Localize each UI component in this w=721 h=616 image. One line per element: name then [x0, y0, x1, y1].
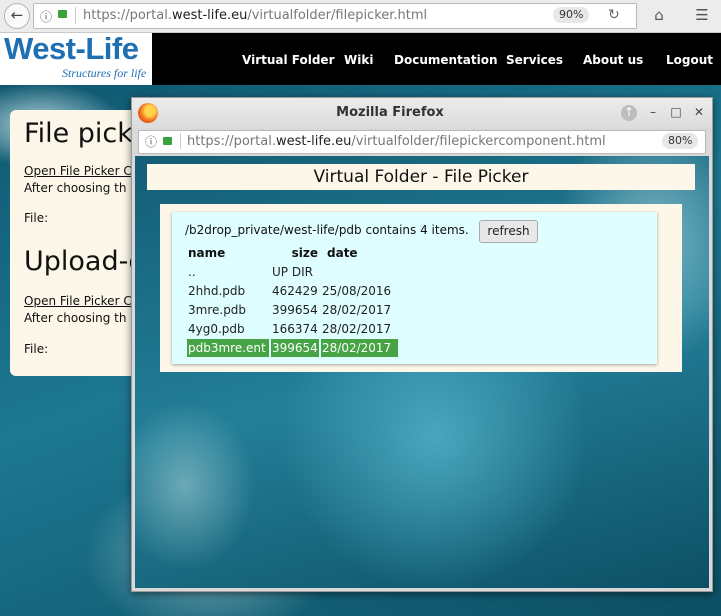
nav-wiki[interactable]: Wiki: [344, 53, 373, 67]
lock-icon: [163, 137, 172, 145]
column-name[interactable]: name: [187, 244, 269, 262]
instruction-text-2: After choosing th: [24, 311, 127, 325]
nav-about-us[interactable]: About us: [583, 53, 643, 67]
file-label: File:: [24, 211, 49, 225]
file-size: 166374: [272, 322, 318, 336]
divider: [75, 7, 76, 24]
menu-icon[interactable]: ☰: [691, 5, 713, 25]
maximize-icon[interactable]: □: [668, 105, 684, 121]
nav-documentation[interactable]: Documentation: [394, 53, 498, 67]
lock-icon: [58, 10, 67, 18]
browser-toolbar: ← ⓘ https://portal.west-life.eu/virtualf…: [0, 0, 721, 33]
file-label-2: File:: [24, 342, 49, 356]
nav-services[interactable]: Services: [506, 53, 563, 67]
file-size: 399654: [272, 303, 318, 317]
logo-title: West-Life: [4, 31, 139, 66]
popup-zoom-indicator[interactable]: 80%: [662, 133, 699, 149]
back-button[interactable]: ←: [4, 3, 30, 29]
file-date: 25/08/2016: [322, 284, 392, 298]
file-date: 28/02/2017: [321, 339, 398, 357]
file-size: 399654: [271, 339, 319, 357]
file-name: 2hhd.pdb: [188, 284, 246, 298]
file-row[interactable]: 3mre.pdb 399654 28/02/2017: [187, 301, 398, 319]
file-name: 4yg0.pdb: [188, 322, 245, 336]
url-text: https://portal.west-life.eu/virtualfolde…: [83, 8, 428, 23]
nav-logout[interactable]: Logout: [666, 53, 713, 67]
popup-title: Mozilla Firefox: [336, 105, 444, 120]
minimize-icon[interactable]: –: [645, 105, 661, 121]
site-logo[interactable]: West-Life Structures for life: [0, 31, 152, 85]
file-size: 462429: [272, 284, 318, 298]
file-row-selected[interactable]: pdb3mre.ent 399654 28/02/2017: [187, 339, 398, 357]
info-icon[interactable]: ⓘ: [40, 8, 52, 25]
site-header: West-Life Structures for life Virtual Fo…: [0, 31, 721, 85]
file-name: 3mre.pdb: [188, 303, 247, 317]
file-list-box: /b2drop_private/west-life/pdb contains 4…: [172, 212, 657, 364]
logo-tagline: Structures for life: [62, 66, 147, 80]
address-bar[interactable]: ⓘ https://portal.west-life.eu/virtualfol…: [33, 3, 637, 29]
column-date[interactable]: date: [321, 244, 398, 262]
file-date: 28/02/2017: [322, 303, 392, 317]
column-size[interactable]: size: [271, 244, 319, 262]
refresh-button[interactable]: refresh: [479, 220, 538, 243]
file-name: ..: [188, 265, 196, 279]
open-file-picker-link-2[interactable]: Open File Picker C: [24, 294, 132, 308]
file-picker-title: Virtual Folder - File Picker: [147, 164, 695, 190]
file-date: 28/02/2017: [322, 322, 392, 336]
info-icon[interactable]: ⓘ: [145, 133, 157, 150]
file-date: [321, 263, 398, 281]
zoom-indicator[interactable]: 90%: [553, 7, 590, 23]
reload-icon[interactable]: ↻: [608, 7, 620, 23]
page-heading-file-picker: File pick: [24, 118, 133, 149]
popup-window: Mozilla Firefox ↑ – □ ✕ ⓘ https://portal…: [131, 97, 713, 592]
home-icon[interactable]: ⌂: [648, 5, 670, 25]
file-size: UP DIR: [272, 265, 313, 279]
file-table-header: name size date: [187, 244, 398, 262]
folder-path-text: /b2drop_private/west-life/pdb contains 4…: [185, 223, 469, 237]
popup-address-bar[interactable]: ⓘ https://portal.west-life.eu/virtualfol…: [138, 130, 706, 154]
open-file-picker-link[interactable]: Open File Picker C: [24, 164, 132, 178]
arrow-left-icon: ←: [10, 6, 24, 24]
file-row-updir[interactable]: .. UP DIR: [187, 263, 398, 281]
divider: [180, 133, 181, 149]
page-heading-upload: Upload-c: [24, 246, 144, 277]
file-picker-panel: /b2drop_private/west-life/pdb contains 4…: [160, 204, 682, 372]
popup-content: Virtual Folder - File Picker /b2drop_pri…: [135, 156, 709, 588]
window-up-icon[interactable]: ↑: [621, 105, 637, 121]
popup-url-text: https://portal.west-life.eu/virtualfolde…: [187, 134, 606, 149]
file-row[interactable]: 4yg0.pdb 166374 28/02/2017: [187, 320, 398, 338]
nav-virtual-folder[interactable]: Virtual Folder: [242, 53, 335, 67]
popup-titlebar[interactable]: Mozilla Firefox ↑ – □ ✕: [132, 98, 712, 128]
file-table: name size date .. UP DIR 2hhd.pdb 462429…: [185, 243, 400, 358]
file-row[interactable]: 2hhd.pdb 462429 25/08/2016: [187, 282, 398, 300]
close-icon[interactable]: ✕: [691, 105, 707, 121]
instruction-text: After choosing th: [24, 181, 127, 195]
file-name: pdb3mre.ent: [187, 339, 269, 357]
